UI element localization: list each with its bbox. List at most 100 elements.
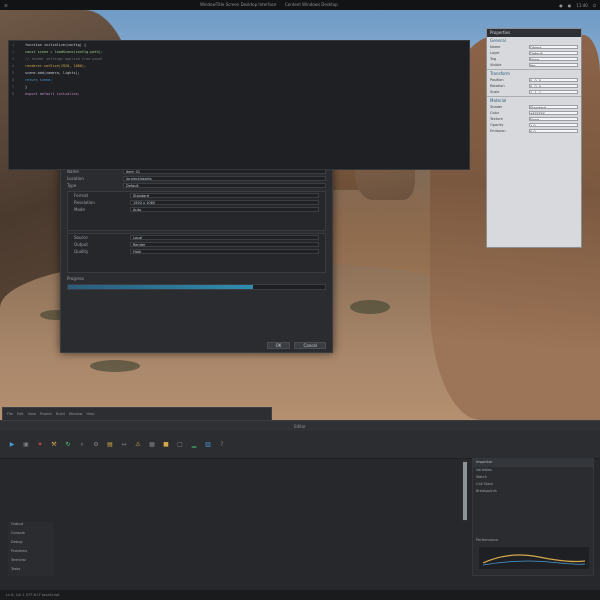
- warning-icon[interactable]: ⚠: [134, 441, 142, 449]
- settings-icon[interactable]: ⚙: [92, 441, 100, 449]
- code-line[interactable]: 6 return scene;: [9, 76, 469, 83]
- ok-button[interactable]: OK: [266, 342, 291, 349]
- menu-item-view[interactable]: View: [28, 412, 36, 416]
- quality-select[interactable]: High: [130, 249, 319, 254]
- progress-row: Progress: [61, 275, 332, 282]
- tab-tasks[interactable]: Tasks: [8, 567, 54, 576]
- property-value[interactable]: Default: [529, 51, 578, 55]
- code-line[interactable]: 4 renderer.setSize(1920, 1080);: [9, 62, 469, 69]
- form-row: Format Standard: [68, 192, 325, 199]
- grid-icon[interactable]: ▦: [148, 441, 156, 449]
- source-field[interactable]: Local: [130, 235, 319, 240]
- menu-item-edit[interactable]: Edit: [17, 412, 24, 416]
- run-icon[interactable]: ▶: [8, 441, 16, 449]
- property-value[interactable]: 0, 0, 0: [529, 78, 578, 82]
- tab-problems[interactable]: Problems: [8, 549, 54, 558]
- debug-icon[interactable]: ✦: [36, 441, 44, 449]
- inspector-panel: Inspector Variables Watch Call Stack Bre…: [472, 458, 594, 576]
- panel-header: Properties: [487, 29, 581, 37]
- menu-icon[interactable]: ☰: [4, 3, 8, 8]
- mode-select[interactable]: Auto: [130, 207, 319, 212]
- editor-title-bar[interactable]: Editor: [0, 421, 600, 431]
- output-field[interactable]: Render: [130, 242, 319, 247]
- property-label: Position: [490, 78, 504, 82]
- code-line[interactable]: 1 function initialize(config) {: [9, 41, 469, 48]
- form-row: Output Render: [68, 241, 325, 248]
- refresh-icon[interactable]: ↻: [64, 441, 72, 449]
- tab-output[interactable]: Output: [8, 522, 54, 531]
- variables-section[interactable]: Variables: [473, 467, 593, 474]
- breakpoints-section[interactable]: Breakpoints: [473, 488, 593, 495]
- tab-debug[interactable]: Debug: [8, 540, 54, 549]
- menu-item-file[interactable]: File: [7, 412, 13, 416]
- code-line[interactable]: 5 scene.add(camera, lights);: [9, 69, 469, 76]
- property-value[interactable]: Standard: [529, 105, 578, 109]
- search-icon[interactable]: ⌕: [78, 441, 86, 449]
- code-line[interactable]: 3 // render settings applied from panel: [9, 55, 469, 62]
- property-value[interactable]: None: [529, 117, 578, 121]
- property-value[interactable]: 1.0: [529, 123, 578, 127]
- resolution-field[interactable]: 1920 x 1080: [130, 200, 319, 205]
- shrub: [350, 300, 390, 314]
- terminal-icon[interactable]: □: [176, 441, 184, 449]
- property-value[interactable]: 0.0: [529, 129, 578, 133]
- material-section: Material Shader Standard Color #FFFFFF Tex…: [487, 97, 581, 135]
- folder-icon[interactable]: ■: [162, 441, 170, 449]
- help-icon[interactable]: ?: [218, 441, 226, 449]
- field-label: Type: [67, 183, 77, 188]
- menu-item-window[interactable]: Window: [69, 412, 83, 416]
- line-number: 3: [12, 56, 15, 61]
- form-row: Source Local: [68, 234, 325, 241]
- property-value[interactable]: Yes: [529, 63, 578, 67]
- graph-label: Performance: [476, 538, 499, 542]
- property-value[interactable]: 0, 0, 0: [529, 84, 578, 88]
- property-row: Visible Yes: [490, 62, 578, 68]
- code-text: const scene = loadScene(config.path);: [25, 49, 103, 54]
- layers-icon[interactable]: ▤: [106, 441, 114, 449]
- bell-icon[interactable]: ●: [559, 3, 563, 8]
- property-value[interactable]: #FFFFFF: [529, 111, 578, 115]
- menu-item-help[interactable]: Help: [87, 412, 95, 416]
- link-icon[interactable]: ↔: [120, 441, 128, 449]
- editor-title: Editor: [294, 423, 306, 429]
- tab-terminal[interactable]: Terminal: [8, 558, 54, 567]
- power-icon[interactable]: ⏻: [593, 3, 596, 8]
- field-label: Output: [74, 242, 88, 247]
- user-icon[interactable]: ●: [568, 3, 572, 8]
- code-scrollbar[interactable]: [462, 460, 468, 522]
- menu-item-build[interactable]: Build: [56, 412, 65, 416]
- property-value[interactable]: 1, 1, 1: [529, 90, 578, 94]
- code-line[interactable]: 2 const scene = loadScene(config.path);: [9, 48, 469, 55]
- progress-fill: [68, 285, 254, 289]
- form-row: Resolution 1920 x 1080: [68, 199, 325, 206]
- format-select[interactable]: Standard: [130, 193, 319, 198]
- call-stack-section[interactable]: Call Stack: [473, 481, 593, 488]
- property-label: Layer: [490, 51, 500, 55]
- progress-label: Progress: [67, 276, 85, 281]
- properties-panel: Properties General Name Object Layer Defau…: [486, 28, 582, 248]
- menu-item-project[interactable]: Project: [40, 412, 52, 416]
- code-line[interactable]: 7}: [9, 83, 469, 90]
- code-line[interactable]: 8 export default initialize;: [9, 90, 469, 97]
- status-bar: Ln 8, Col 1 UTF-8 LF JavaScript: [0, 590, 600, 600]
- watch-section[interactable]: Watch: [473, 474, 593, 481]
- line-number: 1: [12, 42, 15, 47]
- property-value[interactable]: Object: [529, 45, 578, 49]
- menu-strip-window: File Edit View Project Build Window Help: [2, 407, 272, 421]
- cancel-button[interactable]: Cancel: [294, 342, 326, 349]
- property-label: Rotation: [490, 84, 505, 88]
- window-subtitle: Content Windows Desktop: [285, 2, 338, 7]
- scrollbar-thumb[interactable]: [463, 462, 467, 520]
- tab-console[interactable]: Console: [8, 531, 54, 540]
- property-value[interactable]: None: [529, 57, 578, 61]
- line-number: 7: [12, 84, 15, 89]
- code-area[interactable]: 1 function initialize(config) {2 const sc…: [8, 40, 470, 170]
- top-menu-bar: ☰ WindowTitle Screen Desktop Interface C…: [0, 0, 600, 10]
- location-field[interactable]: /project/assets: [123, 176, 326, 181]
- build-icon[interactable]: ⚒: [50, 441, 58, 449]
- layout-icon[interactable]: ▥: [204, 441, 212, 449]
- save-icon[interactable]: ▣: [22, 441, 30, 449]
- type-select[interactable]: Default: [123, 183, 326, 188]
- code-text: export default initialize;: [25, 91, 80, 96]
- chart-icon[interactable]: ▁: [190, 441, 198, 449]
